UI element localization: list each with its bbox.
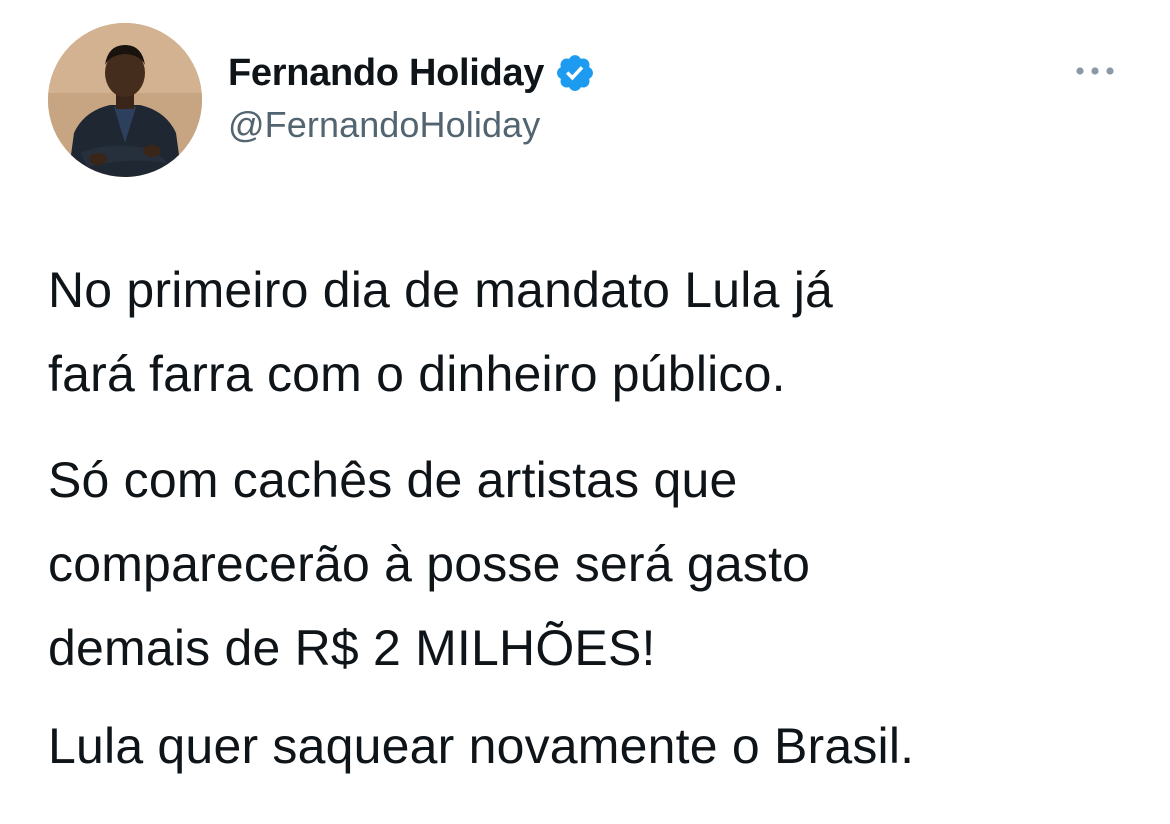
display-name[interactable]: Fernando Holiday [228,52,544,95]
tweet-paragraph: Lula quer saquear novamente o Brasil. [48,704,914,788]
tweet-paragraph: No primeiro dia de mandato Lula já fará … [48,248,833,416]
tweet: Fernando Holiday @FernandoHoliday No pri… [0,0,1170,824]
tweet-line: demais de R$ 2 MILHÕES! [48,620,656,676]
user-handle[interactable]: @FernandoHoliday [228,104,540,146]
profile-photo [48,23,202,177]
tweet-line: comparecerão à posse será gasto [48,536,811,592]
more-options-button[interactable] [1070,58,1120,84]
verified-badge-icon [554,52,596,94]
author-name-row: Fernando Holiday [228,50,596,96]
tweet-line: fará farra com o dinheiro público. [48,346,786,402]
tweet-line: Lula quer saquear novamente o Brasil. [48,718,915,774]
more-options-icon [1076,67,1114,75]
avatar[interactable] [48,23,202,177]
tweet-paragraph: Só com cachês de artistas que comparecer… [48,438,810,690]
tweet-line: Só com cachês de artistas que [48,452,738,508]
tweet-line: No primeiro dia de mandato Lula já [48,262,834,318]
